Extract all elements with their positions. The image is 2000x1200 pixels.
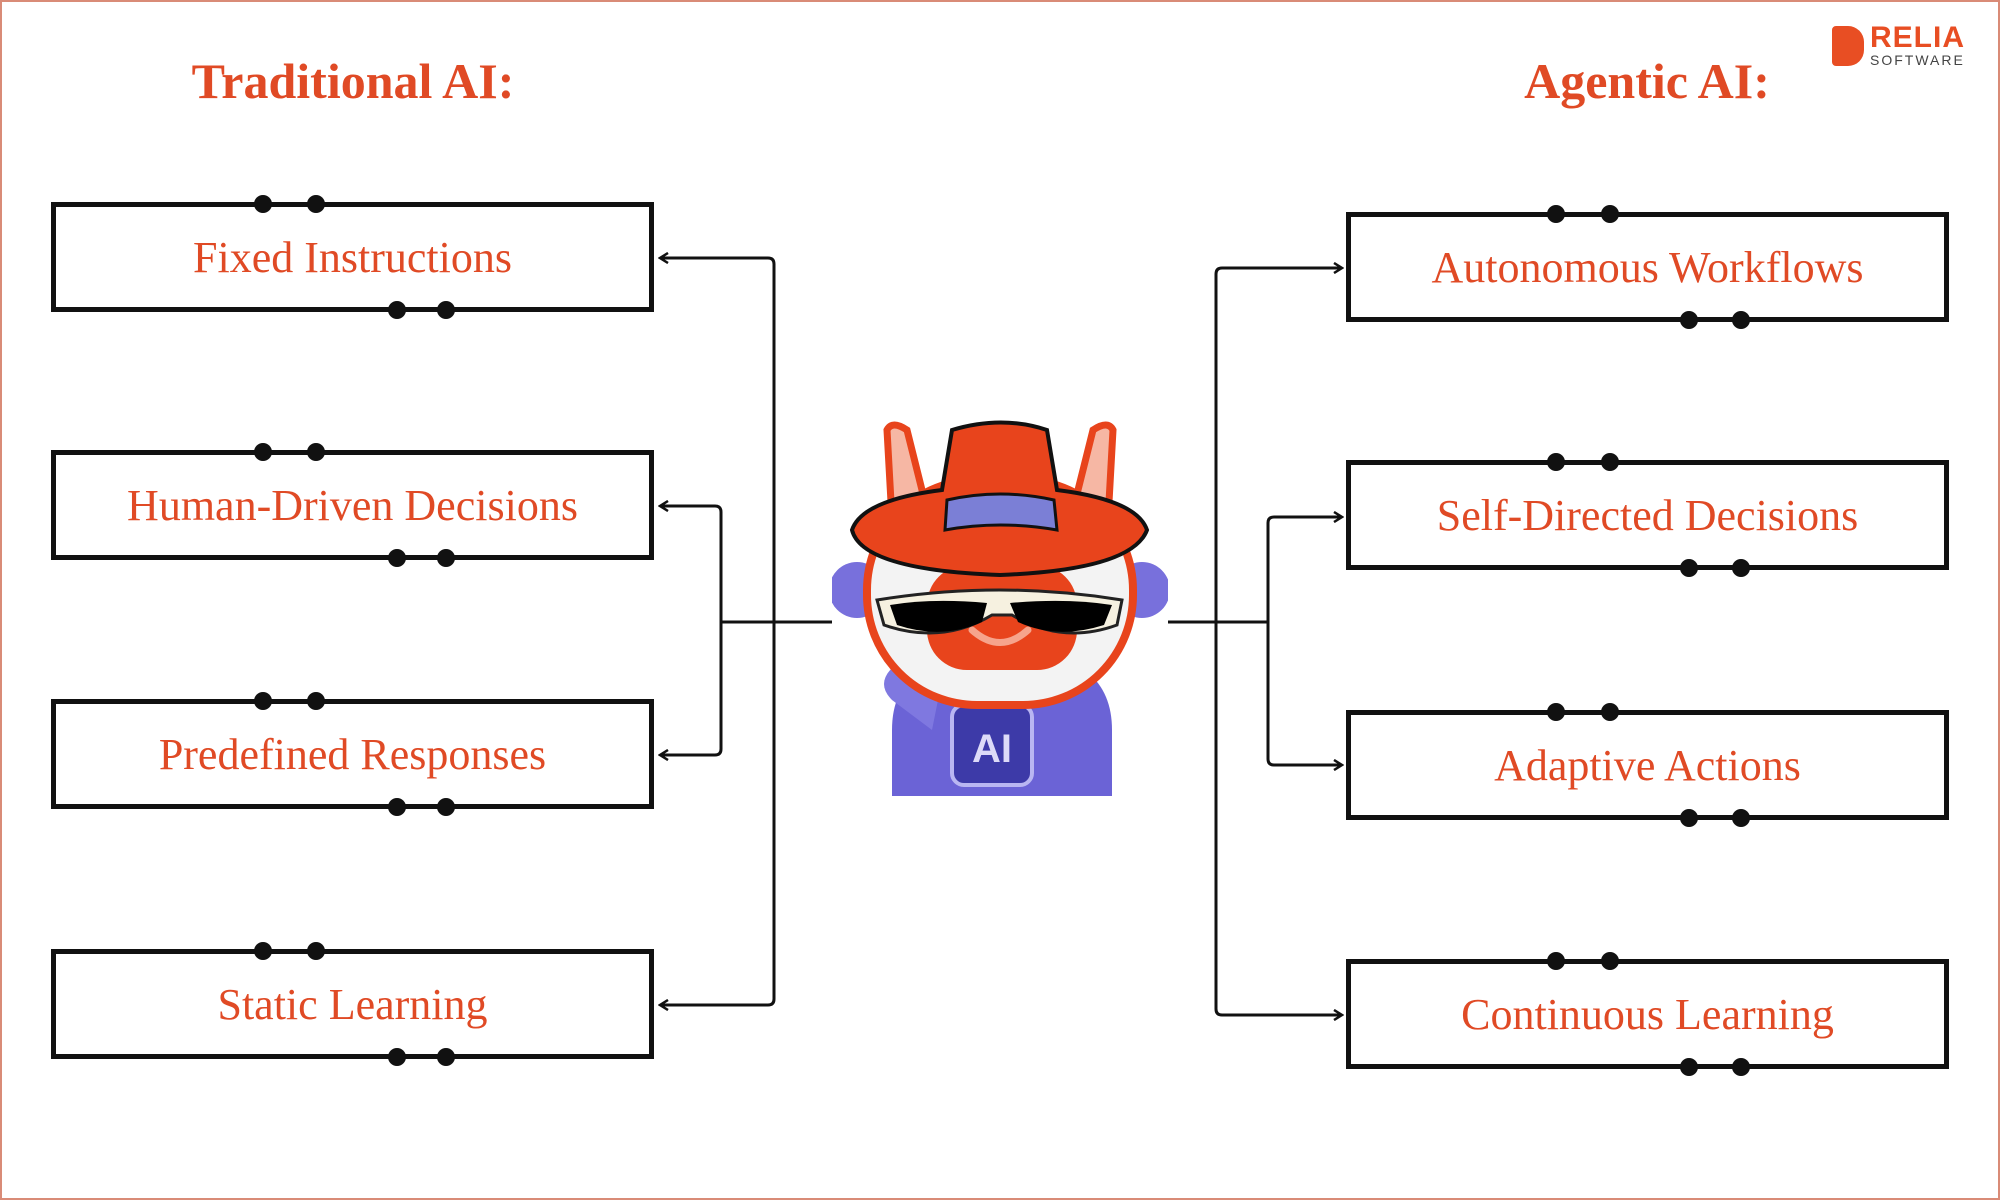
connector-left-1 — [660, 258, 776, 622]
box-dot-icon — [388, 798, 406, 816]
box-dot-icon — [1601, 453, 1619, 471]
right-box-3: Adaptive Actions — [1346, 710, 1949, 820]
box-dot-icon — [254, 942, 272, 960]
box-dot-icon — [1732, 1058, 1750, 1076]
box-dot-icon — [1547, 205, 1565, 223]
right-item-label: Continuous Learning — [1461, 989, 1834, 1039]
connector-right-1 — [1214, 268, 1342, 622]
box-dot-icon — [1547, 703, 1565, 721]
box-dot-icon — [388, 301, 406, 319]
right-box-2: Self-Directed Decisions — [1346, 460, 1949, 570]
box-dot-icon — [307, 692, 325, 710]
connector-right-2 — [1266, 517, 1342, 622]
right-item-label: Self-Directed Decisions — [1436, 490, 1859, 540]
connector-right-4 — [1214, 622, 1342, 1015]
box-dot-icon — [1680, 809, 1698, 827]
box-dot-icon — [437, 1048, 455, 1066]
box-dot-icon — [254, 692, 272, 710]
box-dot-icon — [1732, 559, 1750, 577]
box-dot-icon — [1680, 311, 1698, 329]
box-dot-icon — [388, 1048, 406, 1066]
box-dot-icon — [307, 443, 325, 461]
box-dot-icon — [307, 942, 325, 960]
right-box-1: Autonomous Workflows — [1346, 212, 1949, 322]
connector-left-2 — [660, 506, 723, 622]
box-dot-icon — [388, 549, 406, 567]
box-dot-icon — [1732, 809, 1750, 827]
box-dot-icon — [1732, 311, 1750, 329]
left-item-label: Static Learning — [217, 979, 488, 1029]
box-dot-icon — [1680, 559, 1698, 577]
right-item-label: Adaptive Actions — [1494, 740, 1801, 790]
left-box-2: Human-Driven Decisions — [51, 450, 654, 560]
robot-mascot: AI — [832, 420, 1168, 796]
left-item-label: Human-Driven Decisions — [127, 480, 578, 530]
left-box-3: Predefined Responses — [51, 699, 654, 809]
left-box-4: Static Learning — [51, 949, 654, 1059]
box-dot-icon — [1680, 1058, 1698, 1076]
box-dot-icon — [254, 443, 272, 461]
box-dot-icon — [1547, 453, 1565, 471]
box-dot-icon — [1601, 703, 1619, 721]
left-box-1: Fixed Instructions — [51, 202, 654, 312]
box-dot-icon — [437, 549, 455, 567]
right-item-label: Autonomous Workflows — [1431, 242, 1864, 292]
connector-right-3 — [1266, 622, 1342, 765]
ai-chip-label: AI — [972, 727, 1012, 771]
connector-left-3 — [660, 622, 723, 755]
box-dot-icon — [307, 195, 325, 213]
left-item-label: Predefined Responses — [158, 729, 547, 779]
box-dot-icon — [254, 195, 272, 213]
box-dot-icon — [1601, 205, 1619, 223]
box-dot-icon — [437, 301, 455, 319]
right-box-4: Continuous Learning — [1346, 959, 1949, 1069]
box-dot-icon — [1601, 952, 1619, 970]
connector-left-4 — [660, 622, 776, 1005]
box-dot-icon — [1547, 952, 1565, 970]
left-item-label: Fixed Instructions — [193, 232, 512, 282]
box-dot-icon — [437, 798, 455, 816]
